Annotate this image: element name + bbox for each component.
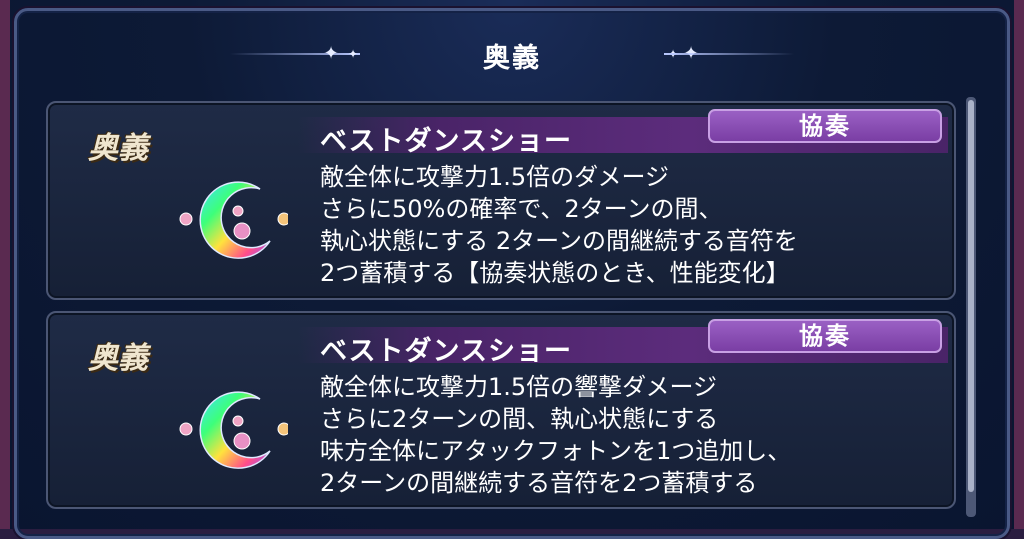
description-line: 味方全体にアタックフォトンを1つ追加し、 [320, 437, 792, 465]
page-title: 奥義 [483, 43, 541, 74]
skill-card[interactable]: 奥義 ベストダンスショー 協奏 敵全体に攻撃力1.5倍の響撃ダメージ さらに2ター… [46, 311, 956, 509]
skill-panel: ✦ ✦ 奥義 ✦ ✦ 奥義 ベストダンスショー [0, 0, 1024, 539]
header-divider-right [664, 53, 794, 55]
scrollbar-thumb[interactable] [968, 100, 974, 492]
description-line: さらに2ターンの間、執心状態にする [320, 405, 719, 433]
skill-name: ベストダンスショー [320, 126, 572, 157]
description-line: 2つ蓄積する【協奏状態のとき、性能変化】 [320, 259, 790, 287]
skill-description: 敵全体に攻撃力1.5倍の響撃ダメージ さらに2ターンの間、執心状態にする味方全体に… [320, 371, 940, 499]
skill-tag-badge: 協奏 [708, 319, 942, 353]
skill-category-label: 奥義 [88, 341, 148, 376]
skill-card[interactable]: 奥義 ベストダンスショー 協奏 敵全体に攻撃力1.5倍のダメージさらに50%の確… [46, 101, 956, 300]
description-line: 敵全体に攻撃力1.5倍のダメージ [320, 163, 669, 191]
description-line: 敵全体に攻撃力1.5倍の響撃ダメージ [320, 373, 717, 401]
skill-description: 敵全体に攻撃力1.5倍のダメージさらに50%の確率で、2ターンの間、執心状態にす… [320, 161, 940, 289]
description-line: さらに50%の確率で、2ターンの間、 [320, 195, 723, 223]
description-line: 2ターンの間継続する音符を2つ蓄積する [320, 469, 758, 497]
skill-category-label: 奥義 [88, 131, 148, 166]
description-line: 執心状態にする 2ターンの間継続する音符を [320, 227, 798, 255]
skill-tag-badge: 協奏 [708, 109, 942, 143]
crescent-moon-icon [179, 181, 288, 259]
skill-name: ベストダンスショー [320, 336, 572, 367]
panel-header: ✦ ✦ 奥義 ✦ ✦ [0, 28, 1024, 80]
crescent-moon-icon [179, 391, 288, 469]
